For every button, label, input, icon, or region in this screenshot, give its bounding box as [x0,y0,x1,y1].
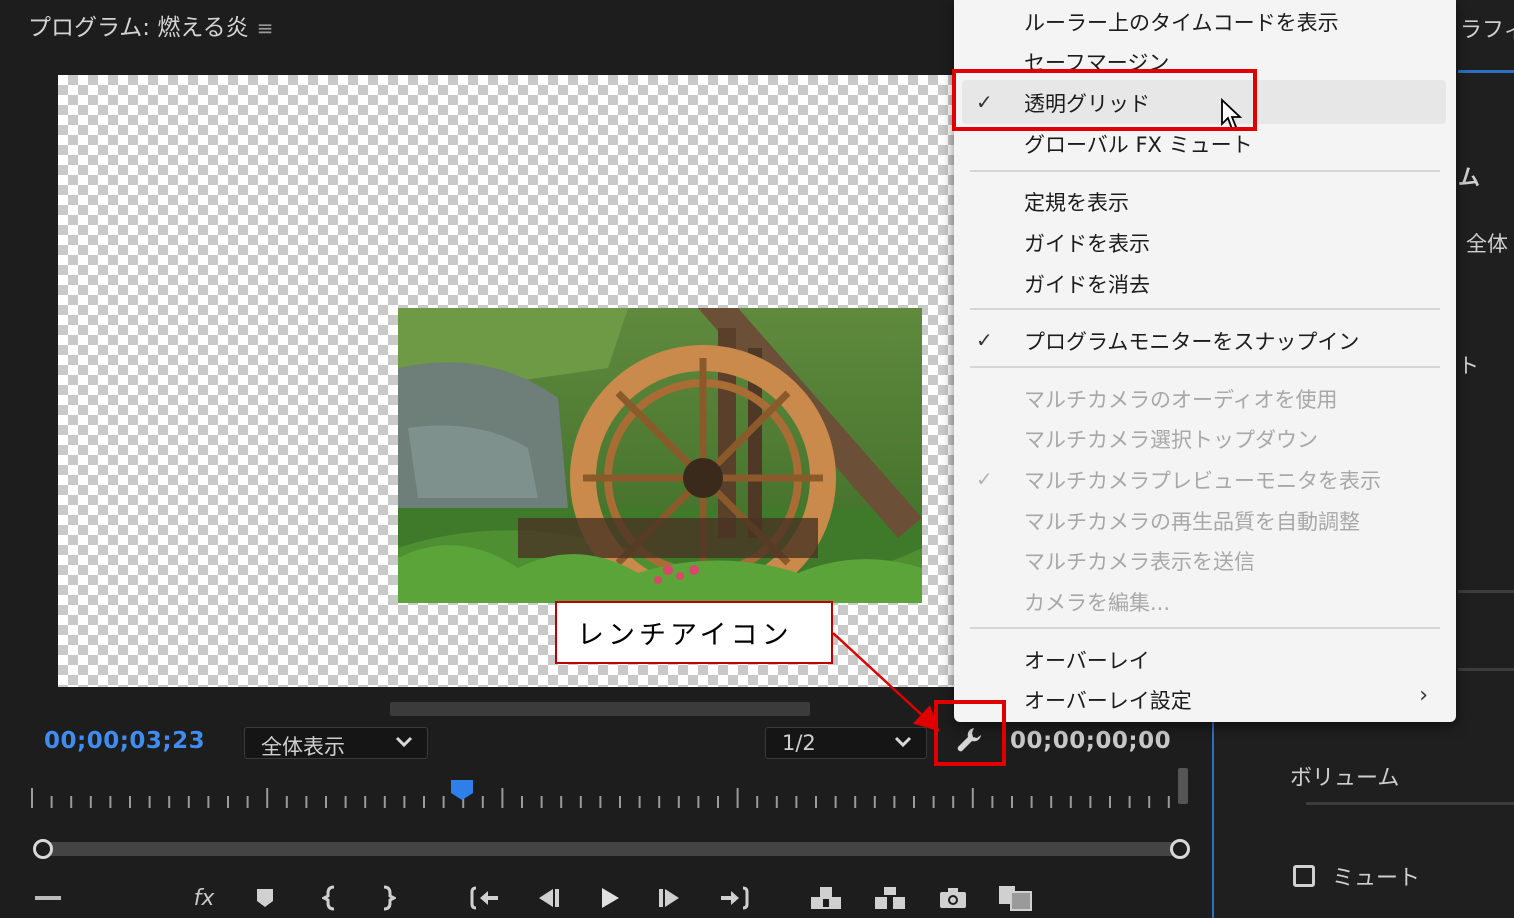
fx-button[interactable]: fx [184,882,224,914]
step-back-icon[interactable] [528,882,568,914]
mark-in-icon[interactable] [310,882,350,914]
menu-item-overlays[interactable]: オーバーレイ [1024,645,1150,675]
menu-separator [970,308,1440,310]
chevron-down-icon [894,731,912,758]
chevron-down-icon [395,731,413,758]
time-ruler[interactable] [30,786,1190,810]
right-panel-tab-underline [1458,70,1514,73]
ruler-scroll-handle[interactable] [1178,768,1188,804]
menu-item-clear-guides[interactable]: ガイドを消去 [1024,269,1150,299]
menu-separator [970,627,1440,629]
duration-timecode: 00;00;00;00 [1010,728,1172,754]
export-frame-icon[interactable] [933,882,973,914]
check-icon: ✓ [976,328,993,352]
mark-out-icon[interactable] [368,882,408,914]
right-panel-divider [1458,668,1514,671]
panel-menu-icon[interactable]: ≡ [257,16,274,40]
mute-checkbox[interactable] [1293,865,1315,887]
transport-controls: fx [0,874,1214,918]
extract-icon[interactable] [870,882,910,914]
zoom-handle-right[interactable] [1170,839,1190,859]
playback-resolution-select[interactable]: 1/2 [765,727,927,759]
go-to-in-icon[interactable] [465,882,505,914]
panel-title-text: プログラム: 燃える炎 [28,15,249,41]
fx-label: fx [193,885,215,911]
play-icon[interactable] [590,882,630,914]
menu-item-show-guides[interactable]: ガイドを表示 [1024,228,1150,258]
comparison-view-icon[interactable] [995,882,1035,914]
current-timecode[interactable]: 00;00;03;23 [44,728,205,754]
marker-icon[interactable] [245,882,285,914]
menu-item-global-fx-mute[interactable]: グローバル FX ミュート [1024,129,1253,159]
menu-item-show-rulers[interactable]: 定規を表示 [1024,187,1129,217]
annotation-callout-text: レンチアイコン [577,620,793,651]
zoom-level-value: 全体表示 [261,735,345,759]
menu-item-multicam-transmit: マルチカメラ表示を送信 [1024,550,1255,574]
panel-title[interactable]: プログラム: 燃える炎 ≡ [28,8,273,42]
playback-resolution-value: 1/2 [782,731,816,755]
chevron-right-icon: › [1419,683,1428,708]
menu-item-snap-in-program-monitor[interactable]: プログラムモニターをスナップイン [1024,326,1359,356]
right-panel-zentai-label: 全体 [1466,232,1508,256]
volume-slider-track[interactable] [1306,802,1514,805]
mute-label: ミュート [1332,866,1421,891]
menu-item-overlay-settings[interactable]: オーバーレイ設定 [1024,685,1192,715]
menu-item-edit-cameras: カメラを編集... [1024,591,1171,615]
video-frame-waterwheel [398,308,922,603]
lift-icon[interactable] [806,882,846,914]
monitor-horizontal-scrollbar[interactable] [390,702,810,716]
menu-item-multicam-audio: マルチカメラのオーディオを使用 [1024,388,1338,412]
right-panel-title-fragment: ラフィ [1460,18,1514,43]
annotation-callout: レンチアイコン [555,601,833,664]
menu-item-multicam-preview-monitor: マルチカメラプレビューモニタを表示 [1024,469,1381,493]
menu-item-multicam-top-down: マルチカメラ選択トップダウン [1024,428,1318,452]
menu-item-multicam-auto-quality: マルチカメラの再生品質を自動調整 [1024,510,1360,534]
right-panel-divider [1458,590,1514,593]
highlight-box-wrench [934,700,1006,766]
menu-item-show-ruler-timecode[interactable]: ルーラー上のタイムコードを表示 [1024,7,1339,37]
right-panel-to-label: ト [1458,354,1479,378]
program-monitor-viewport[interactable] [58,75,958,687]
go-to-out-icon[interactable] [714,882,754,914]
volume-label: ボリューム [1290,766,1400,791]
zoom-level-select[interactable]: 全体表示 [244,727,428,759]
overflow-icon[interactable] [28,882,68,914]
menu-separator [970,366,1440,368]
step-forward-icon[interactable] [650,882,690,914]
zoom-handle-left[interactable] [33,839,53,859]
zoom-scroll-track[interactable] [42,842,1178,856]
check-icon: ✓ [976,467,993,491]
menu-separator [970,170,1440,172]
highlight-box-transparency-grid [952,69,1257,131]
right-panel-heading-fragment: ム [1458,166,1481,191]
